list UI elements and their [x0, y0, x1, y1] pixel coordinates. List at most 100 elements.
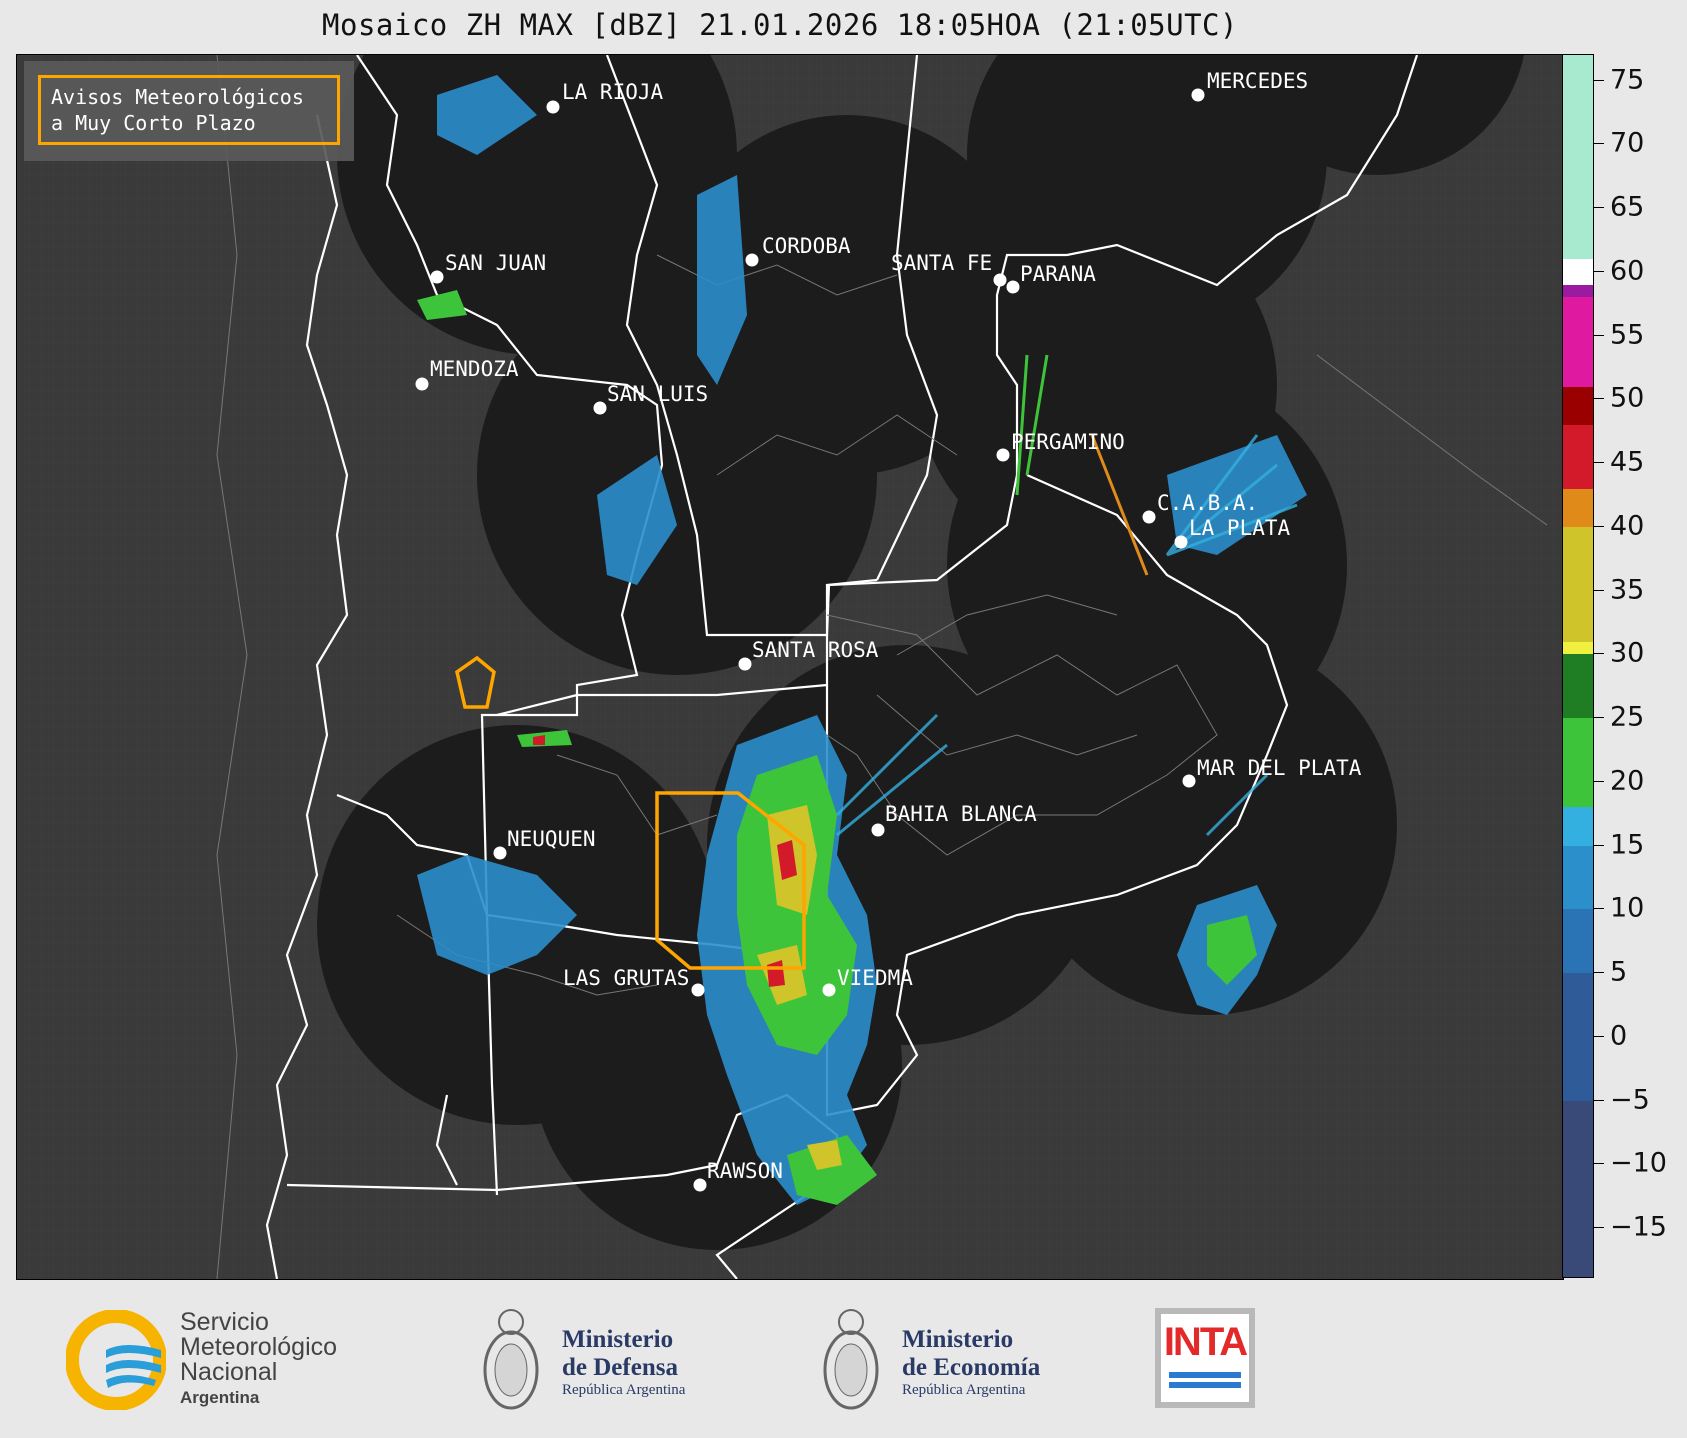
escudo-icon	[483, 1309, 539, 1410]
colorbar-band	[1563, 973, 1593, 1101]
city-label-mar-del-plata: MAR DEL PLATA	[1197, 756, 1362, 780]
inta-logo: INTA	[1155, 1308, 1255, 1408]
colorbar-tick-label: −5	[1610, 1084, 1650, 1115]
city-label-viedma: VIEDMA	[837, 966, 913, 990]
city-label-san-juan: SAN JUAN	[445, 251, 547, 275]
colorbar-tick	[1594, 972, 1604, 973]
radar-map[interactable]: Avisos Meteorológicos a Muy Corto Plazo …	[16, 54, 1564, 1280]
colorbar-tick	[1594, 1227, 1604, 1228]
city-dot-cordoba	[745, 253, 759, 267]
city-dot-las-grutas	[691, 983, 705, 997]
inta-stripe-1	[1169, 1372, 1241, 1378]
city-dot-rawson	[693, 1178, 707, 1192]
colorbar-tick	[1594, 717, 1604, 718]
city-label-parana: PARANA	[1020, 262, 1096, 286]
defensa-line3: República Argentina	[562, 1382, 686, 1398]
colorbar-tick-label: 50	[1610, 382, 1645, 414]
colorbar-tick	[1594, 398, 1604, 400]
colorbar-tick-label: 45	[1610, 446, 1645, 478]
city-label-la-rioja: LA RIOJA	[562, 80, 664, 104]
escudo-icon	[823, 1309, 879, 1410]
colorbar-tick	[1594, 653, 1604, 655]
colorbar-tick-label: 10	[1610, 892, 1645, 924]
city-dot-san-luis	[593, 401, 607, 415]
colorbar-band	[1563, 807, 1593, 846]
inta-stripe-2	[1169, 1382, 1241, 1388]
ministerio-defensa-logo: Ministerio de Defensa República Argentin…	[480, 1302, 720, 1422]
colorbar-tick	[1594, 908, 1604, 910]
city-label-cordoba: CORDOBA	[762, 234, 851, 258]
smn-logo: Servicio Meteorológico Nacional Argentin…	[66, 1310, 396, 1410]
smn-line2: Meteorológico	[180, 1333, 338, 1361]
smn-line4: Argentina	[180, 1388, 260, 1407]
inta-text: INTA	[1163, 1320, 1248, 1364]
colorbar-tick-label: 40	[1610, 510, 1645, 542]
city-dot-pergamino	[996, 448, 1010, 462]
city-label-neuquen: NEUQUEN	[507, 827, 596, 851]
colorbar-tick	[1594, 143, 1604, 145]
colorbar-tick-label: 25	[1610, 701, 1645, 733]
city-label-mercedes: MERCEDES	[1207, 69, 1309, 93]
logos-footer: Servicio Meteorológico Nacional Argentin…	[0, 1280, 1687, 1438]
city-dot-mar-del-plata	[1182, 774, 1196, 788]
colorbar-band	[1563, 909, 1593, 973]
city-label-rawson: RAWSON	[707, 1159, 783, 1183]
colorbar-tick-label: 55	[1610, 319, 1645, 350]
colorbar-tick-label: −10	[1610, 1147, 1667, 1179]
economia-line2: de Economía	[902, 1354, 1041, 1381]
colorbar-band	[1563, 654, 1593, 718]
colorbar-tick-label: 65	[1610, 191, 1645, 223]
colorbar-band	[1563, 55, 1593, 259]
colorbar-band	[1563, 259, 1593, 285]
coverage-san-luis	[477, 275, 877, 675]
warning-legend-line1: Avisos Meteorológicos	[51, 85, 304, 109]
colorbar-tick-label: 60	[1610, 255, 1645, 287]
economia-line1: Ministerio	[902, 1326, 1014, 1353]
colorbar-tick-label: 30	[1610, 637, 1645, 669]
colorbar-tick-label: 20	[1610, 765, 1645, 797]
map-title: Mosaico ZH MAX [dBZ] 21.01.2026 18:05HOA…	[322, 8, 1238, 42]
colorbar-tick	[1594, 462, 1604, 463]
colorbar-tick-label: 5	[1610, 956, 1628, 988]
colorbar	[1562, 54, 1594, 1278]
city-dot-bahia-blanca	[871, 823, 885, 837]
colorbar-tick-label: 35	[1610, 574, 1645, 605]
city-label-pergamino: PERGAMINO	[1011, 430, 1125, 454]
city-label-santa-rosa: SANTA ROSA	[752, 638, 879, 662]
city-dot-viedma	[822, 983, 836, 997]
colorbar-tick-label: 15	[1610, 829, 1645, 860]
defensa-line1: Ministerio	[562, 1326, 674, 1353]
colorbar-tick	[1594, 334, 1604, 336]
colorbar-tick-label: −15	[1610, 1211, 1667, 1243]
colorbar-tick	[1594, 1163, 1604, 1165]
colorbar-band	[1563, 526, 1593, 642]
smn-emblem-icon	[66, 1310, 166, 1410]
city-dot-parana	[1006, 280, 1020, 294]
inta-logo-inner: INTA	[1161, 1314, 1249, 1402]
colorbar-band	[1563, 386, 1593, 425]
colorbar-band	[1563, 845, 1593, 910]
colorbar-tick	[1594, 525, 1604, 527]
colorbar-tick	[1594, 589, 1604, 591]
city-dot-santa-fe	[993, 273, 1007, 287]
city-label-la-plata: LA PLATA	[1189, 516, 1291, 540]
colorbar-tick-label: 75	[1610, 64, 1645, 95]
city-label-las-grutas: LAS GRUTAS	[563, 966, 690, 990]
colorbar-tick-label: 70	[1610, 127, 1645, 159]
smn-line3: Nacional	[180, 1358, 278, 1386]
colorbar-tick	[1594, 1099, 1604, 1101]
colorbar-band	[1563, 284, 1593, 298]
warning-legend-border: Avisos Meteorológicos a Muy Corto Plazo	[38, 75, 340, 145]
colorbar-tick	[1594, 270, 1604, 272]
colorbar-tick	[1594, 780, 1604, 782]
city-label-santa-fe: SANTA FE	[891, 251, 993, 275]
city-label-mendoza: MENDOZA	[430, 357, 519, 381]
city-label-san-luis: SAN LUIS	[607, 382, 709, 406]
warning-legend-box: Avisos Meteorológicos a Muy Corto Plazo	[24, 61, 354, 161]
city-dot-mendoza	[415, 377, 429, 391]
colorbar-band	[1563, 641, 1593, 655]
colorbar-tick	[1594, 207, 1604, 208]
colorbar-tick	[1594, 79, 1604, 81]
city-dot-la-rioja	[546, 100, 560, 114]
city-dot-la-plata	[1174, 535, 1188, 549]
